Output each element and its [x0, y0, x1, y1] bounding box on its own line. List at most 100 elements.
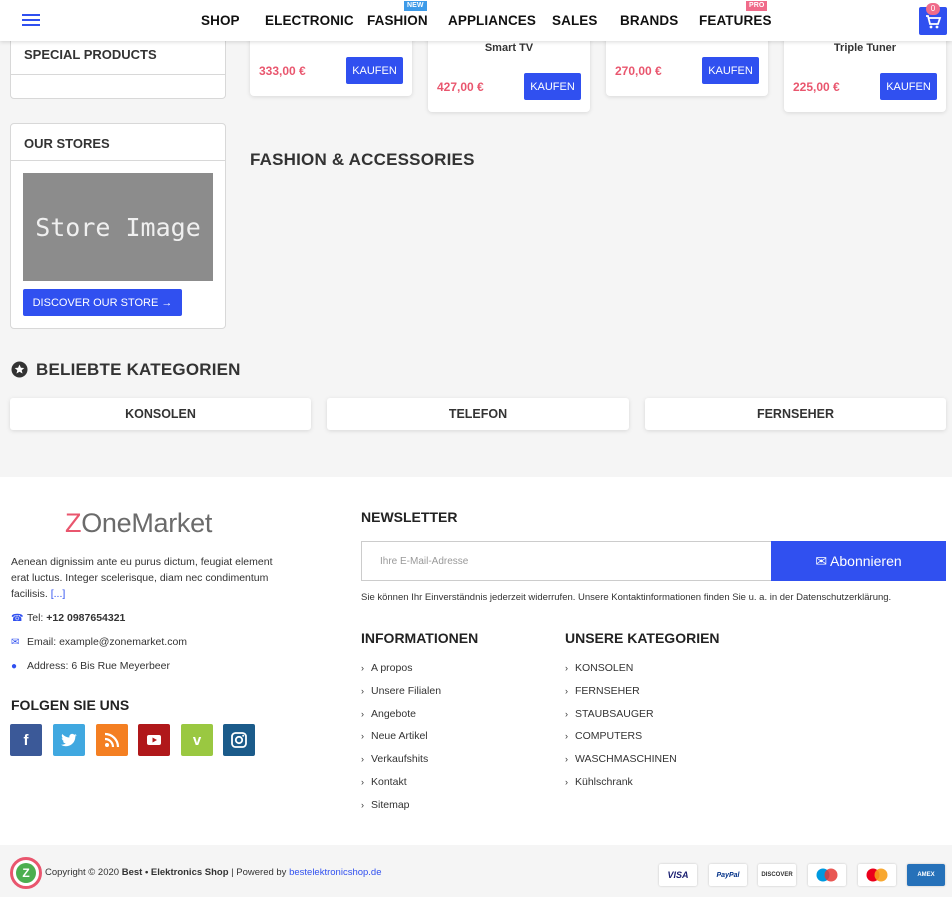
footer-cat-staubsauger[interactable]: › STAUBSAUGER [565, 708, 654, 720]
chevron-right-icon: › [361, 663, 364, 673]
link-label: KONSOLEN [575, 662, 634, 674]
new-badge: NEW [404, 1, 427, 11]
special-products-title: SPECIAL PRODUCTS [24, 47, 157, 62]
contact-email: ✉ Email: example@zonemarket.com [11, 636, 187, 648]
link-label: Kontakt [371, 776, 407, 788]
discover-store-button[interactable]: DISCOVER OUR STORE → [23, 289, 182, 316]
chevron-right-icon: › [565, 709, 568, 719]
nav-fashion[interactable]: FASHION NEW [367, 1, 428, 28]
phone-icon: ☎ [11, 612, 24, 624]
about-text: Aenean dignissim ante eu purus dictum, f… [11, 554, 286, 602]
mastercard-icon [858, 864, 896, 886]
tel-number[interactable]: +12 0987654321 [46, 612, 125, 624]
youtube-icon[interactable] [138, 724, 170, 756]
category-konsolen[interactable]: KONSOLEN [10, 398, 311, 430]
link-label: Kühlschrank [575, 776, 633, 788]
star-circle-icon [11, 361, 28, 378]
nav-fashion-label: FASHION [367, 13, 428, 28]
product-price: 225,00 € [793, 80, 840, 94]
copyright-prefix: Copyright © 2020 [45, 867, 120, 878]
chevron-right-icon: › [361, 686, 364, 696]
chevron-right-icon: › [565, 731, 568, 741]
read-more-link[interactable]: [...] [51, 588, 66, 600]
copyright-text: Copyright © 2020 Best • Elektronics Shop… [45, 867, 382, 878]
nav-sales[interactable]: SALES [552, 13, 598, 28]
address-text: Address: 6 Bis Rue Meyerbeer [27, 660, 170, 672]
link-label: Angebote [371, 708, 416, 720]
footer-link-sitemap[interactable]: › Sitemap [361, 799, 410, 811]
email-text[interactable]: Email: example@zonemarket.com [27, 636, 187, 648]
our-categories-title: UNSERE KATEGORIEN [565, 630, 720, 646]
chevron-right-icon: › [361, 754, 364, 764]
pro-badge: PRO [746, 1, 768, 11]
footer-cat-konsolen[interactable]: › KONSOLEN [565, 662, 633, 674]
facebook-icon[interactable]: f [10, 724, 42, 756]
product-card[interactable]: Smart TV 427,00 € KAUFEN [428, 30, 590, 112]
kaufen-button[interactable]: KAUFEN [702, 57, 759, 84]
popular-categories-title: BELIEBTE KATEGORIEN [36, 360, 241, 379]
chevron-right-icon: › [361, 777, 364, 787]
contact-tel: ☎ Tel: +12 0987654321 [11, 612, 125, 624]
subscribe-label: Abonnieren [830, 553, 902, 569]
footer-logo-icon[interactable]: Z [10, 857, 42, 889]
top-header: SHOP ELECTRONIC FASHION NEW APPLIANCES S… [0, 0, 952, 41]
product-price: 270,00 € [615, 64, 662, 78]
product-price: 333,00 € [259, 64, 306, 78]
visa-icon: VISA [659, 864, 697, 886]
link-label: Unsere Filialen [371, 685, 442, 697]
product-card[interactable]: Triple Tuner 225,00 € KAUFEN [784, 30, 946, 112]
kaufen-button[interactable]: KAUFEN [346, 57, 403, 84]
footer-link-filialen[interactable]: › Unsere Filialen [361, 685, 441, 697]
instagram-icon[interactable] [223, 724, 255, 756]
footer-link-a-propos[interactable]: › A propos [361, 662, 412, 674]
product-price: 427,00 € [437, 80, 484, 94]
product-name[interactable]: Triple Tuner [784, 42, 946, 54]
nav-appliances[interactable]: APPLIANCES [448, 13, 536, 28]
nav-features-label: FEATURES [699, 13, 772, 28]
vimeo-icon[interactable]: v [181, 724, 213, 756]
powered-by: | Powered by [231, 867, 287, 878]
link-label: A propos [371, 662, 413, 674]
link-label: WASCHMASCHINEN [575, 753, 677, 765]
fashion-section-title: FASHION & ACCESSORIES [250, 150, 475, 169]
maestro-icon [808, 864, 846, 886]
footer-link-neue-artikel[interactable]: › Neue Artikel [361, 730, 428, 742]
category-fernseher[interactable]: FERNSEHER [645, 398, 946, 430]
envelope-icon: ✉ [11, 636, 20, 648]
chevron-right-icon: › [361, 709, 364, 719]
shop-name: Best • Elektronics Shop [121, 867, 229, 878]
powered-by-link[interactable]: bestelektronicshop.de [289, 867, 381, 878]
logo-z: Z [65, 508, 82, 538]
zonemarket-logo[interactable]: ZOneMarket [65, 508, 212, 539]
nav-shop[interactable]: SHOP [201, 13, 240, 28]
link-label: FERNSEHER [575, 685, 640, 697]
kaufen-button[interactable]: KAUFEN [880, 73, 937, 100]
footer-cat-waschmaschinen[interactable]: › WASCHMASCHINEN [565, 753, 677, 765]
newsletter-email-input[interactable]: Ihre E-Mail-Adresse [361, 541, 771, 581]
logo-text: OneMarket [81, 508, 213, 538]
category-telefon[interactable]: TELEFON [327, 398, 629, 430]
nav-features[interactable]: FEATURES PRO [699, 1, 772, 28]
footer-link-angebote[interactable]: › Angebote [361, 708, 416, 720]
footer-cat-computers[interactable]: › COMPUTERS [565, 730, 642, 742]
divider [11, 160, 225, 161]
link-label: Verkaufshits [371, 753, 429, 765]
rss-icon[interactable] [96, 724, 128, 756]
contact-address: ● Address: 6 Bis Rue Meyerbeer [11, 660, 170, 672]
map-marker-icon: ● [11, 660, 18, 672]
product-name[interactable]: Smart TV [428, 42, 590, 54]
store-image: Store Image [23, 173, 213, 281]
subscribe-button[interactable]: ✉ Abonnieren [771, 541, 946, 581]
footer-cat-kuehlschrank[interactable]: › Kühlschrank [565, 776, 633, 788]
footer-link-verkaufshits[interactable]: › Verkaufshits [361, 753, 428, 765]
kaufen-button[interactable]: KAUFEN [524, 73, 581, 100]
footer-link-kontakt[interactable]: › Kontakt [361, 776, 407, 788]
newsletter-note: Sie können Ihr Einverständnis jederzeit … [361, 592, 892, 603]
footer-cat-fernseher[interactable]: › FERNSEHER [565, 685, 640, 697]
twitter-icon[interactable] [53, 724, 85, 756]
link-label: Neue Artikel [371, 730, 428, 742]
nav-brands[interactable]: BRANDS [620, 13, 678, 28]
follow-us-title: FOLGEN SIE UNS [11, 697, 130, 713]
cart-count-badge: 0 [926, 3, 940, 15]
nav-electronic[interactable]: ELECTRONIC [265, 13, 354, 28]
